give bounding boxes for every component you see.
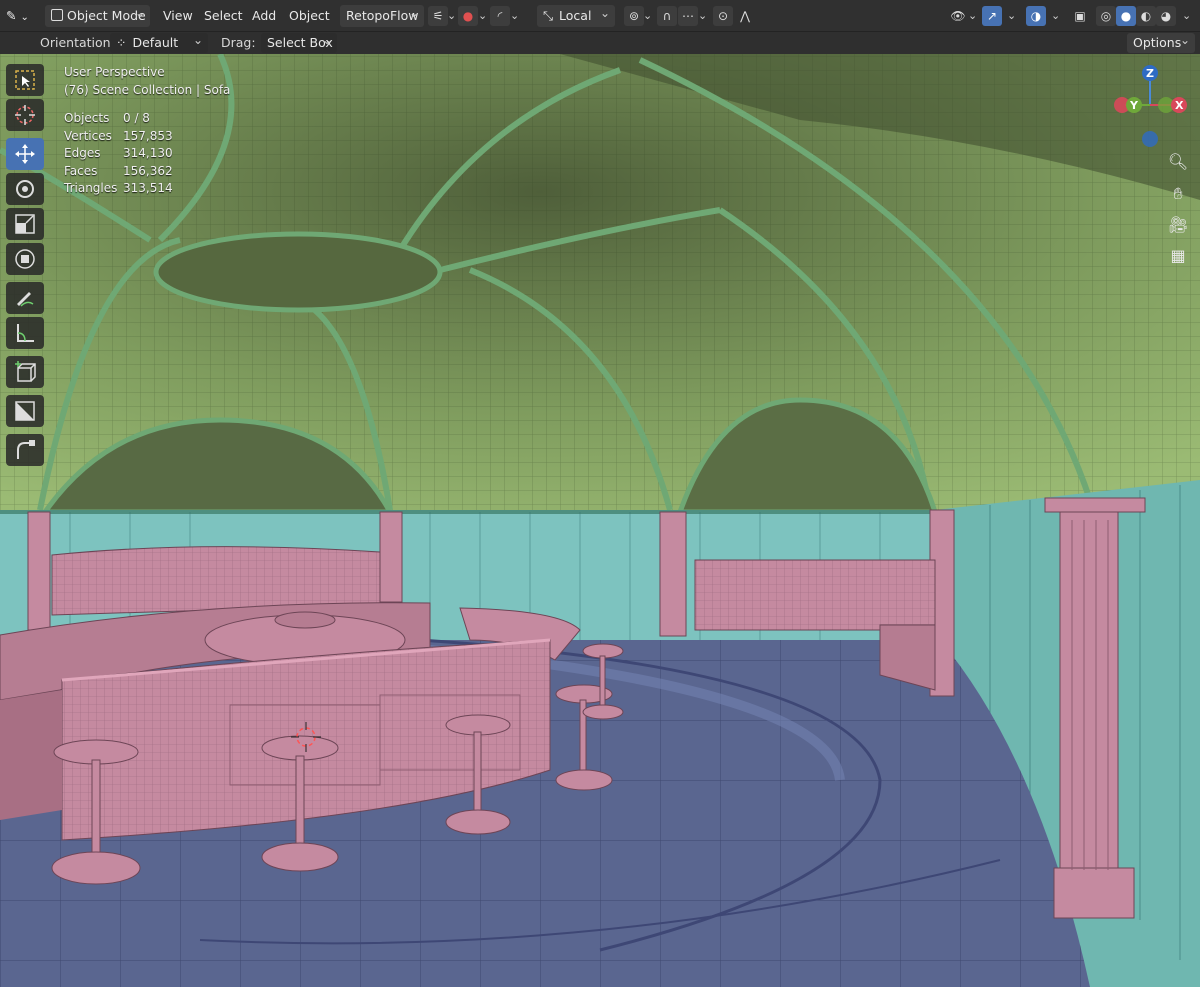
visibility-icon[interactable]: 👁 xyxy=(948,6,968,26)
viewport-header: ✎⌄ Object Mode View Select Add Object Re… xyxy=(0,0,1200,32)
x-axis-label: X xyxy=(1175,99,1184,112)
stat-row: Vertices 157,853 xyxy=(64,128,173,143)
neg-z-axis-handle[interactable] xyxy=(1142,131,1158,147)
navigation-gizmo[interactable]: Z Y X xyxy=(1105,62,1195,152)
record-icon[interactable]: ● xyxy=(458,6,478,26)
transform-icon xyxy=(15,249,35,269)
mode-dropdown[interactable]: Object Mode xyxy=(45,2,150,27)
move-tool[interactable] xyxy=(6,138,44,170)
drag-label: Drag: xyxy=(221,35,256,50)
chevron-down-icon: ⌄ xyxy=(478,9,488,22)
add-cube-tool[interactable] xyxy=(6,356,44,388)
select-box-icon xyxy=(15,70,35,90)
solid-shading-icon[interactable]: ● xyxy=(1116,6,1136,26)
move-icon xyxy=(15,144,35,164)
overlays-toggle-icon[interactable]: ◑ xyxy=(1026,6,1046,26)
curve-tool-icon xyxy=(17,440,35,459)
cursor-icon xyxy=(15,105,35,125)
scale-tool[interactable] xyxy=(6,208,44,240)
y-axis-label: Y xyxy=(1129,99,1139,112)
menu-object[interactable]: Object xyxy=(289,6,330,26)
menu-view[interactable]: View xyxy=(163,6,193,26)
falloff-icon[interactable]: ⋀ xyxy=(735,6,755,26)
transform-tool[interactable] xyxy=(6,243,44,275)
menu-select[interactable]: Select xyxy=(204,6,243,26)
snap-increment-icon[interactable]: ⋯ xyxy=(678,6,698,26)
rendered-shading-icon[interactable]: ◕ xyxy=(1156,6,1176,26)
perspective-grid-icon[interactable]: ▦ xyxy=(1164,242,1192,270)
local-axes-icon: ⤡ xyxy=(543,8,554,23)
annotate-icon xyxy=(17,292,34,307)
z-axis-label: Z xyxy=(1146,67,1154,80)
orientation-dropdown[interactable]: ⁘ Default xyxy=(110,30,208,53)
transform-orientation-dropdown[interactable]: ⤡ Local xyxy=(537,2,615,27)
select-box-tool[interactable] xyxy=(6,64,44,96)
chevron-down-icon: ⌄ xyxy=(1051,9,1061,22)
gizmo-toggle-icon[interactable]: ↗ xyxy=(982,6,1002,26)
material-shading-icon[interactable]: ◐ xyxy=(1136,6,1156,26)
pan-hand-icon[interactable]: ✋︎ xyxy=(1164,180,1192,208)
stat-row: Edges 314,130 xyxy=(64,146,173,160)
camera-icon[interactable]: 🎥︎ xyxy=(1164,211,1192,239)
rotate-icon xyxy=(16,180,34,198)
proportional-editing-icon[interactable]: ⊙ xyxy=(713,6,733,26)
poly-build-icon xyxy=(15,401,35,421)
chevron-down-icon: ⌄ xyxy=(510,9,520,22)
ceiling-oval xyxy=(153,231,443,313)
measure-tool[interactable] xyxy=(6,317,44,349)
xray-toggle-icon[interactable]: ▣ xyxy=(1070,6,1090,26)
curve-tool[interactable] xyxy=(6,434,44,466)
chevron-down-icon: ⌄ xyxy=(698,9,708,22)
orientation-label: Orientation: xyxy=(40,35,115,50)
view-name: User Perspective xyxy=(64,65,165,79)
object-mode-icon xyxy=(51,9,63,21)
brush-icon[interactable]: ⚟ xyxy=(428,6,448,26)
cursor-tool[interactable] xyxy=(6,99,44,131)
add-cube-icon xyxy=(15,361,36,382)
annotate-tool[interactable] xyxy=(6,282,44,314)
poly-build-tool[interactable] xyxy=(6,395,44,427)
options-dropdown[interactable]: Options xyxy=(1127,30,1195,53)
curve-icon[interactable]: ◜ xyxy=(490,6,510,26)
menu-add[interactable]: Add xyxy=(252,6,276,26)
wireframe-shading-icon[interactable]: ◎ xyxy=(1096,6,1116,26)
chevron-down-icon: ⌄ xyxy=(447,9,457,22)
zoom-icon[interactable]: 🔍︎ xyxy=(1164,148,1192,176)
chevron-down-icon: ⌄ xyxy=(1007,9,1017,22)
stat-row: Faces 156,362 xyxy=(64,163,173,178)
orientation-icon: ⁘ xyxy=(116,35,127,50)
editor-type-button[interactable]: ✎ ⌄ xyxy=(6,6,29,26)
viewport-stats: User Perspective (76) Scene Collection |… xyxy=(64,64,230,198)
stat-row: Objects 0 / 8 xyxy=(64,111,150,125)
pen-tool-icon: ✎ xyxy=(6,8,17,23)
retopoflow-dropdown[interactable]: RetopoFlow xyxy=(340,2,424,27)
collection-name: (76) Scene Collection | Sofa xyxy=(64,82,231,97)
chevron-down-icon: ⌄ xyxy=(1182,9,1192,22)
rotate-tool[interactable] xyxy=(6,173,44,205)
drag-dropdown[interactable]: Select Box xyxy=(261,30,337,53)
chevron-down-icon: ⌄ xyxy=(968,9,978,22)
snap-icon[interactable]: ∩ xyxy=(657,6,677,26)
stat-row: Triangles 313,514 xyxy=(64,181,173,195)
pivot-point-icon[interactable]: ⊚ xyxy=(624,6,644,26)
scale-icon xyxy=(15,214,35,234)
tool-settings-bar: Orientation: ⁘Default Drag: Select Box O… xyxy=(0,30,1200,54)
measure-icon xyxy=(17,324,34,342)
chevron-down-icon: ⌄ xyxy=(643,9,653,22)
